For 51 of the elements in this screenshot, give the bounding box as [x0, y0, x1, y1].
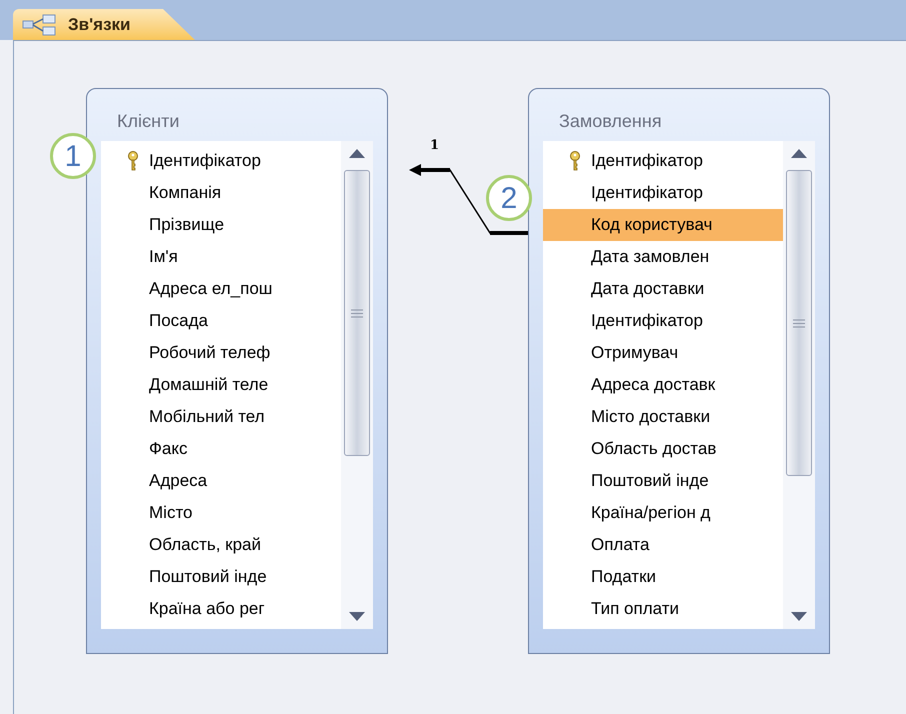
- tab[interactable]: Зв'язки: [13, 9, 195, 40]
- field-row[interactable]: Компанія: [101, 177, 342, 209]
- scroll-up-icon[interactable]: [349, 149, 366, 158]
- field-row[interactable]: Адреса ел_пош: [101, 273, 342, 305]
- scroll-down-icon[interactable]: [791, 612, 808, 621]
- table-window[interactable]: [528, 88, 830, 654]
- scroll-thumb[interactable]: [344, 170, 370, 456]
- field-row[interactable]: Місто доставки: [543, 401, 784, 433]
- field-row[interactable]: Ім'я: [101, 241, 342, 273]
- field-row[interactable]: Країна/регіон д: [543, 497, 784, 529]
- field-row[interactable]: Поштовий інде: [543, 465, 784, 497]
- field-row[interactable]: Код користувач: [543, 209, 784, 241]
- relationships-icon: [22, 14, 56, 36]
- field-row[interactable]: Робочий телеф: [101, 337, 342, 369]
- field-row[interactable]: Місто: [101, 497, 342, 529]
- field-row[interactable]: Посада: [101, 305, 342, 337]
- key-icon: [569, 151, 581, 171]
- field-row[interactable]: Ідентифікатор: [543, 145, 784, 177]
- field-row[interactable]: Ідентифікатор: [543, 305, 784, 337]
- field-row[interactable]: Отримувач: [543, 337, 784, 369]
- field-row[interactable]: Мобільний тел: [101, 401, 342, 433]
- scrollbar[interactable]: [783, 141, 815, 629]
- field-row[interactable]: Ідентифікатор: [101, 145, 342, 177]
- field-row[interactable]: Дата доставки: [543, 273, 784, 305]
- grip-icon: [793, 318, 806, 328]
- scrollbar[interactable]: [341, 141, 373, 629]
- field-row[interactable]: Домашній теле: [101, 369, 342, 401]
- callout-badge: 1: [50, 133, 96, 179]
- field-row[interactable]: Адреса доставк: [543, 369, 784, 401]
- table-window[interactable]: Клієнти Ідентифікатор Компанія Прізвище Ім'я Адреса ел_пош Посада Робочий телеф Домашній теле Мобільний тел Факс Адреса Місто Область, край Поштовий інде Країна або рег: [86, 88, 388, 654]
- key-icon: [127, 151, 139, 171]
- field-row[interactable]: Прізвище: [101, 209, 342, 241]
- table-title: Замовлення: [558, 110, 663, 133]
- field-row[interactable]: Поштовий інде: [101, 561, 342, 593]
- field-row[interactable]: Країна або рег: [101, 593, 342, 625]
- field-row[interactable]: Оплата: [543, 529, 784, 561]
- scroll-up-icon[interactable]: [791, 149, 808, 158]
- grip-icon: [351, 308, 364, 318]
- field-row[interactable]: Податки: [543, 561, 784, 593]
- table-title: Клієнти: [116, 110, 180, 133]
- scroll-thumb[interactable]: [786, 170, 812, 476]
- callout-badge: 2: [486, 175, 532, 221]
- field-row[interactable]: Ідентифікатор: [543, 177, 784, 209]
- field-row[interactable]: Тип оплати: [543, 593, 784, 625]
- field-row[interactable]: Область, край: [101, 529, 342, 561]
- field-row[interactable]: Факс: [101, 433, 342, 465]
- field-row[interactable]: Дата замовлен: [543, 241, 784, 273]
- field-row[interactable]: Область достав: [543, 433, 784, 465]
- cardinality-label: 1: [430, 139, 440, 153]
- scroll-down-icon[interactable]: [349, 612, 366, 621]
- field-row[interactable]: Адреса: [101, 465, 342, 497]
